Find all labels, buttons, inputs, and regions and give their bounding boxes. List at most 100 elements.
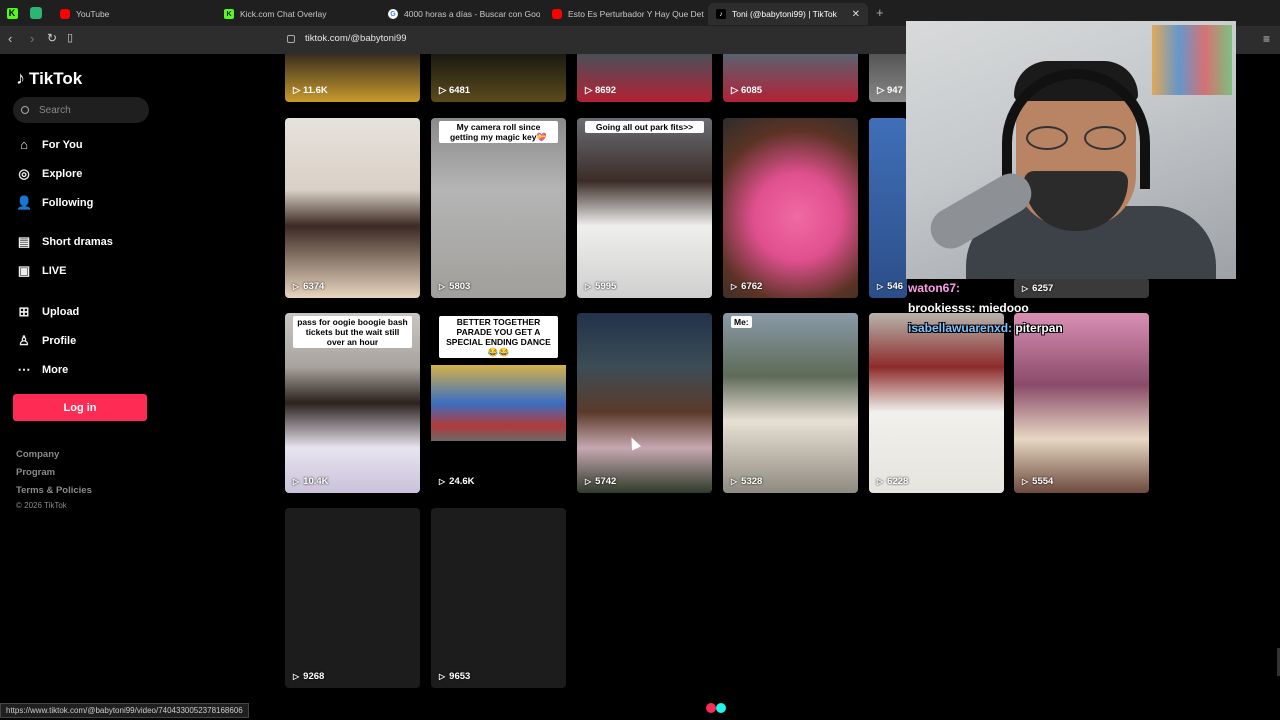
video-card[interactable]: ▷ 5742 [577, 313, 712, 493]
play-icon: ▷ [439, 672, 446, 681]
footer-link-company[interactable]: Company [16, 449, 59, 460]
video-card-placeholder[interactable]: ▷ 9653 [431, 508, 566, 688]
compass-icon: ◎ [18, 166, 30, 181]
kick-pinned-tab[interactable]: K [0, 0, 24, 26]
tab-tiktok-active[interactable]: ♪ Toni (@babytoni99) | TikTok ✕ [708, 3, 868, 25]
view-count: ▷ 24.6K [439, 476, 475, 487]
view-count: ▷ 6085 [731, 85, 763, 96]
play-icon: ▷ [439, 477, 446, 486]
video-thumbnail [723, 118, 858, 298]
video-caption: pass for oogie boogie bash tickets but t… [293, 316, 412, 348]
sidebar-item-profile[interactable]: ♙ Profile [16, 333, 76, 349]
video-card[interactable]: BETTER TOGETHER PARADE YOU GET A SPECIAL… [431, 313, 566, 493]
video-card[interactable]: ▷ 6257 [1014, 278, 1149, 298]
video-card[interactable]: ▷ 6228 [869, 313, 1004, 493]
view-count: ▷ 5803 [439, 281, 471, 292]
tab-youtube[interactable]: YouTube [52, 3, 212, 25]
back-icon[interactable]: ‹ [8, 31, 12, 46]
sidebar-item-following[interactable]: 👤 Following [16, 195, 93, 211]
forward-icon[interactable]: › [30, 31, 34, 46]
view-count: ▷ 5554 [1022, 476, 1054, 487]
video-caption: My camera roll since getting my magic ke… [439, 121, 558, 143]
site-info-icon[interactable] [287, 35, 295, 43]
youtube-icon [552, 9, 562, 19]
video-card[interactable]: ▷ 6374 [285, 118, 420, 298]
reload-icon[interactable]: ↻ [47, 31, 57, 45]
tab-google-search[interactable]: G 4000 horas a días - Buscar con Goog [380, 3, 540, 25]
login-button[interactable]: Log in [13, 394, 147, 421]
sidebar-item-for-you[interactable]: ⌂ For You [16, 137, 82, 152]
sidebar-item-upload[interactable]: ⊞ Upload [16, 304, 80, 320]
upload-icon: ⊞ [18, 304, 30, 319]
play-icon: ▷ [439, 282, 446, 291]
view-count: ▷ 9653 [439, 671, 471, 682]
video-thumbnail [869, 118, 907, 298]
chat-user: waton67: [908, 281, 961, 295]
chat-message: brookiesss: miedooo [908, 301, 1029, 315]
wall-poster [1152, 25, 1232, 95]
tab-youtube-video[interactable]: Esto Es Perturbador Y Hay Que Dete [544, 3, 704, 25]
view-count: ▷ 5995 [585, 281, 617, 292]
play-icon: ▷ [877, 85, 885, 96]
view-count: ▷ 947 [877, 85, 903, 96]
browser-menu-icon[interactable]: ≡ [1263, 32, 1270, 46]
sidebar-item-more[interactable]: ⋯ More [16, 362, 69, 378]
search-input[interactable]: Search [13, 97, 149, 123]
view-count: ▷ 6762 [731, 281, 763, 292]
video-caption: Going all out park fits>> [585, 121, 704, 133]
footer-link-program[interactable]: Program [16, 467, 55, 478]
tiktok-logo[interactable]: ♪ TikTok [16, 68, 82, 89]
loading-dots [706, 703, 726, 713]
video-thumbnail [431, 118, 566, 298]
video-caption: Me: [731, 316, 752, 328]
video-card[interactable]: ▷ 6481 [431, 54, 566, 102]
video-card[interactable]: pass for oogie boogie bash tickets but t… [285, 313, 420, 493]
new-tab-button[interactable]: + [876, 5, 884, 20]
chat-text: miedooo [978, 301, 1029, 315]
sidebar-item-short-dramas[interactable]: ▤ Short dramas [16, 234, 113, 250]
video-caption: BETTER TOGETHER PARADE YOU GET A SPECIAL… [439, 316, 558, 358]
video-card[interactable]: Going all out park fits>> ▷ 5995 [577, 118, 712, 298]
video-card[interactable]: My camera roll since getting my magic ke… [431, 118, 566, 298]
tiktok-note-icon: ♪ [16, 68, 25, 88]
play-icon: ▷ [877, 477, 884, 486]
video-card[interactable]: ▷ 6085 [723, 54, 858, 102]
video-thumbnail [431, 365, 566, 441]
footer-link-terms[interactable]: Terms & Policies [16, 485, 92, 496]
play-icon: ▷ [585, 85, 593, 96]
sidebar-item-explore[interactable]: ◎ Explore [16, 166, 82, 182]
view-count: ▷ 5328 [731, 476, 763, 487]
search-icon [21, 106, 29, 114]
view-count: ▷ 11.6K [293, 85, 328, 96]
sidebar-item-live[interactable]: ▣ LIVE [16, 263, 67, 279]
tab-kick-chat[interactable]: K Kick.com Chat Overlay [216, 3, 376, 25]
video-card[interactable]: ▷ 11.6K [285, 54, 420, 102]
profile-icon: ♙ [18, 333, 30, 348]
play-icon: ▷ [877, 282, 884, 291]
play-icon: ▷ [293, 672, 300, 681]
extension-pinned-tab[interactable] [24, 0, 48, 26]
view-count: ▷ 546 [877, 281, 904, 292]
play-icon: ▷ [731, 477, 738, 486]
extension-icon [30, 7, 42, 19]
video-card[interactable]: ▷ 546 [869, 118, 907, 298]
play-icon: ▷ [293, 477, 300, 486]
video-thumbnail [1014, 313, 1149, 493]
tiktok-icon: ♪ [716, 9, 726, 19]
play-icon: ▷ [1022, 284, 1029, 293]
video-card[interactable]: ▷ 6762 [723, 118, 858, 298]
video-thumbnail [577, 313, 712, 493]
video-card-placeholder[interactable]: ▷ 9268 [285, 508, 420, 688]
video-card[interactable]: Me: ▷ 5328 [723, 313, 858, 493]
dramas-icon: ▤ [17, 234, 31, 249]
chat-text: piterpan [1015, 321, 1063, 335]
url-field[interactable]: tiktok.com/@babytoni99 [305, 33, 407, 44]
play-icon: ▷ [585, 282, 592, 291]
video-card[interactable]: ▷ 5554 [1014, 313, 1149, 493]
close-tab-icon[interactable]: ✕ [852, 9, 860, 20]
sidebar-toggle-icon[interactable]: ▯ [67, 31, 73, 44]
video-thumbnail [577, 118, 712, 298]
kick-icon: K [224, 9, 234, 19]
video-card[interactable]: ▷ 8692 [577, 54, 712, 102]
chat-message: isabellawuarenxd: piterpan [908, 321, 1063, 335]
